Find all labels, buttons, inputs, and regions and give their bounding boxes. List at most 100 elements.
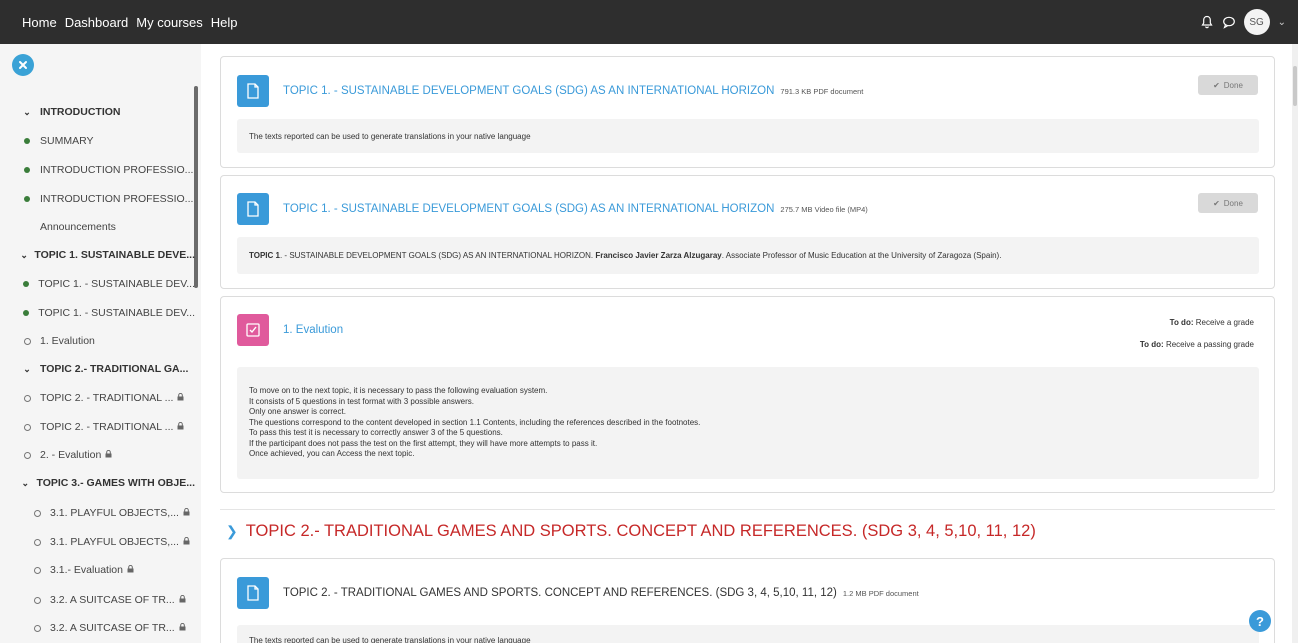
user-menu-chevron-icon[interactable]: ⌄	[1278, 17, 1286, 28]
primary-nav: Home Dashboard My courses Help	[22, 0, 240, 44]
quiz-title-link[interactable]: 1. Evalution	[283, 324, 343, 336]
todo-receive-grade: To do: Receive a grade	[1170, 318, 1254, 327]
sidebar-item-label: TOPIC 1. SUSTAINABLE DEVE...	[34, 249, 195, 261]
sidebar-item-label: 1. Evalution	[40, 335, 95, 347]
page-scrollbar[interactable]	[1292, 44, 1298, 643]
pdf-file-icon	[237, 75, 269, 107]
nav-dashboard-link[interactable]: Dashboard	[65, 15, 129, 30]
sidebar-item-label: 3.2. A SUITCASE OF TR...	[50, 622, 175, 634]
incomplete-circle-icon	[20, 394, 34, 402]
nav-my-courses-link[interactable]: My courses	[136, 15, 202, 30]
section-heading-topic2[interactable]: ❯ TOPIC 2.- TRADITIONAL GAMES AND SPORTS…	[226, 522, 1036, 541]
sidebar-item-label: INTRODUCTION PROFESSIO...	[40, 164, 194, 176]
sidebar-item[interactable]: INTRODUCTION PROFESSIO...	[0, 159, 195, 181]
incomplete-circle-icon	[30, 596, 44, 604]
lock-icon	[177, 421, 184, 432]
sidebar-item[interactable]: 3.1.- Evaluation	[0, 559, 195, 581]
sidebar-item[interactable]: 3.1. PLAYFUL OBJECTS,...	[0, 502, 195, 524]
sidebar-section[interactable]: ⌄ INTRODUCTION	[0, 101, 195, 123]
quiz-instruction-line: To move on to the next topic, it is nece…	[249, 386, 548, 396]
activity-description: The texts reported can be used to genera…	[237, 625, 1259, 643]
page-scrollbar-thumb[interactable]	[1293, 66, 1297, 106]
sidebar-item[interactable]: 3.2. A SUITCASE OF TR...	[0, 589, 195, 611]
activity-title-link[interactable]: TOPIC 1. - SUSTAINABLE DEVELOPMENT GOALS…	[283, 203, 868, 215]
sidebar-item-label: TOPIC 2.- TRADITIONAL GA...	[40, 363, 189, 375]
activity-title-text[interactable]: TOPIC 1. - SUSTAINABLE DEVELOPMENT GOALS…	[283, 203, 774, 215]
close-drawer-button[interactable]	[12, 54, 34, 76]
activity-card-pdf-topic1: TOPIC 1. - SUSTAINABLE DEVELOPMENT GOALS…	[220, 56, 1275, 168]
activity-file-meta: 275.7 MB Video file (MP4)	[780, 205, 868, 214]
activity-title-link[interactable]: TOPIC 2. - TRADITIONAL GAMES AND SPORTS.…	[283, 587, 919, 599]
todo-label: To do:	[1169, 318, 1194, 327]
sidebar-section[interactable]: ⌄ TOPIC 1. SUSTAINABLE DEVE...	[0, 244, 195, 266]
quiz-instruction-line: If the participant does not pass the tes…	[249, 438, 598, 448]
help-button[interactable]: ?	[1249, 610, 1271, 632]
completed-dot-icon	[20, 281, 32, 287]
sidebar-item-label: 3.1.- Evaluation	[50, 564, 123, 576]
sidebar-item[interactable]: 2. - Evalution	[0, 444, 195, 466]
sidebar-item[interactable]: 3.1. PLAYFUL OBJECTS,...	[0, 531, 195, 553]
desc-author: Francisco Javier Zarza Alzugaray	[595, 251, 722, 260]
lock-icon	[127, 564, 134, 575]
chevron-down-icon: ⌄	[21, 477, 30, 488]
incomplete-circle-icon	[20, 451, 34, 459]
sidebar-item-label: Announcements	[40, 221, 116, 233]
close-icon	[19, 61, 27, 69]
nav-home-link[interactable]: Home	[22, 15, 57, 30]
nav-help-link[interactable]: Help	[211, 15, 238, 30]
quiz-instruction-line: To pass this test it is necessary to cor…	[249, 428, 503, 438]
sidebar-section[interactable]: ⌄ TOPIC 2.- TRADITIONAL GA...	[0, 358, 195, 380]
activity-title-text[interactable]: TOPIC 2. - TRADITIONAL GAMES AND SPORTS.…	[283, 587, 837, 599]
quiz-instruction-line: Only one answer is correct.	[249, 407, 346, 417]
activity-card-pdf-topic2: TOPIC 2. - TRADITIONAL GAMES AND SPORTS.…	[220, 558, 1275, 643]
incomplete-circle-icon	[30, 538, 44, 546]
completed-dot-icon	[20, 138, 34, 144]
sidebar-item-label: INTRODUCTION	[40, 106, 121, 118]
lock-icon	[183, 507, 190, 518]
activity-file-meta: 791.3 KB PDF document	[780, 87, 864, 96]
activity-file-meta: 1.2 MB PDF document	[842, 589, 919, 598]
done-label: Done	[1223, 80, 1243, 90]
check-icon: ✔	[1213, 198, 1220, 208]
sidebar-item-label: 2. - Evalution	[40, 449, 102, 461]
notification-bell-icon[interactable]	[1200, 15, 1214, 29]
sidebar-item[interactable]: 1. Evalution	[0, 330, 195, 352]
chevron-down-icon[interactable]: ❯	[226, 523, 238, 540]
todo-label: To do:	[1139, 340, 1164, 349]
done-button[interactable]: ✔ Done	[1198, 75, 1258, 95]
done-button[interactable]: ✔ Done	[1198, 193, 1258, 213]
sidebar-item[interactable]: Announcements	[0, 216, 195, 238]
course-index-drawer: ⌄ INTRODUCTION SUMMARY INTRODUCTION PROFESS…	[0, 44, 201, 643]
activity-card-video-topic1: TOPIC 1. - SUSTAINABLE DEVELOPMENT GOALS…	[220, 175, 1275, 289]
done-label: Done	[1223, 198, 1243, 208]
pdf-file-icon	[237, 577, 269, 609]
completed-dot-icon	[20, 167, 34, 173]
sidebar-item[interactable]: SUMMARY	[0, 130, 195, 152]
messages-bubble-icon[interactable]	[1222, 15, 1236, 29]
sidebar-section[interactable]: ⌄ TOPIC 3.- GAMES WITH OBJE...	[0, 472, 195, 494]
activity-title-link[interactable]: TOPIC 1. - SUSTAINABLE DEVELOPMENT GOALS…	[283, 85, 863, 97]
desc-topic-bold: TOPIC 1	[249, 251, 280, 260]
sidebar-item[interactable]: INTRODUCTION PROFESSIO...	[0, 188, 195, 210]
todo-text: Receive a passing grade	[1165, 340, 1254, 349]
incomplete-circle-icon	[30, 509, 44, 517]
completed-dot-icon	[20, 196, 34, 202]
sidebar-item[interactable]: TOPIC 1. - SUSTAINABLE DEV...	[0, 273, 195, 295]
activity-card-quiz-evalution: 1. Evalution To do: Receive a grade To d…	[220, 296, 1275, 493]
activity-title-text[interactable]: TOPIC 1. - SUSTAINABLE DEVELOPMENT GOALS…	[283, 85, 774, 97]
quiz-instruction-line: The questions correspond to the content …	[249, 417, 701, 427]
incomplete-circle-icon	[20, 423, 34, 431]
sidebar-item-label: TOPIC 2. - TRADITIONAL ...	[40, 421, 174, 433]
quiz-instruction-line: Once achieved, you can Access the next t…	[249, 449, 415, 459]
sidebar-item[interactable]: TOPIC 2. - TRADITIONAL ...	[0, 416, 195, 438]
user-avatar[interactable]: SG	[1243, 9, 1270, 35]
sidebar-item-label: SUMMARY	[40, 135, 94, 147]
sidebar-item[interactable]: 3.2. A SUITCASE OF TR...	[0, 617, 195, 639]
sidebar-item-label: TOPIC 2. - TRADITIONAL ...	[40, 392, 174, 404]
quiz-checkbox-icon	[237, 314, 269, 346]
incomplete-circle-icon	[30, 624, 44, 632]
sidebar-item[interactable]: TOPIC 2. - TRADITIONAL ...	[0, 387, 195, 409]
video-file-icon	[237, 193, 269, 225]
sidebar-item[interactable]: TOPIC 1. - SUSTAINABLE DEV...	[0, 302, 195, 324]
lock-icon	[183, 536, 190, 547]
